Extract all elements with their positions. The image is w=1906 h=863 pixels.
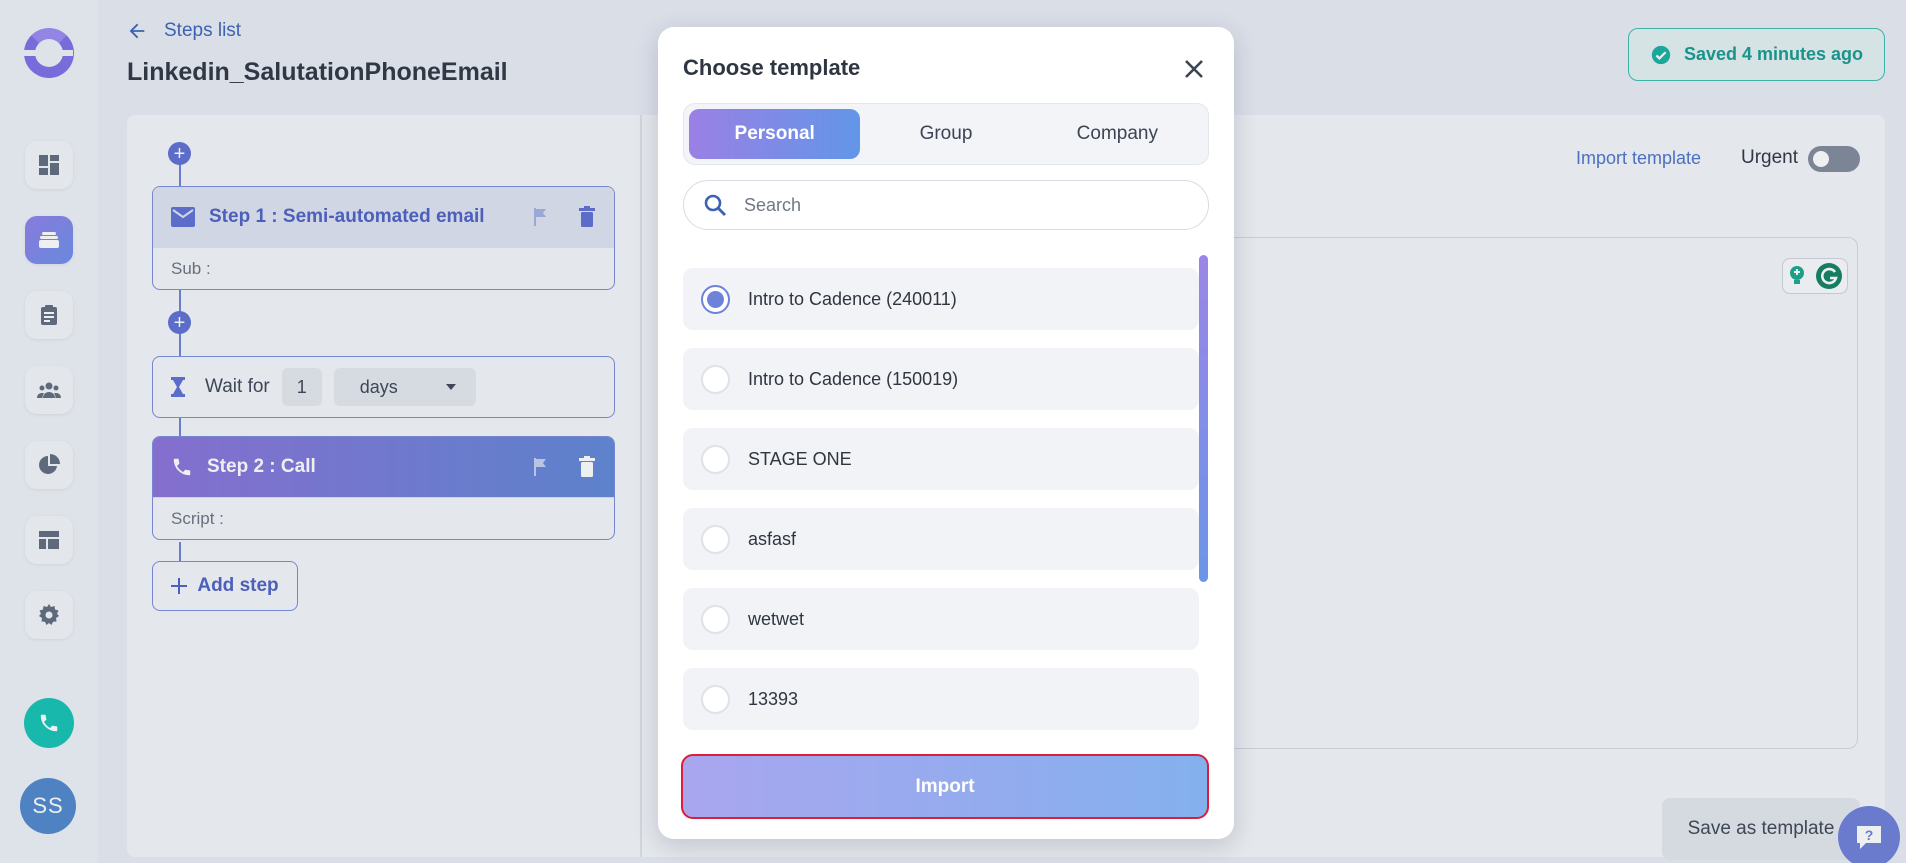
import-button[interactable]: Import xyxy=(681,754,1209,819)
template-option[interactable]: Intro to Cadence (150019) xyxy=(683,348,1199,410)
template-option-label: Intro to Cadence (150019) xyxy=(748,368,959,389)
template-list: Intro to Cadence (240011) Intro to Caden… xyxy=(683,268,1199,758)
template-search[interactable] xyxy=(683,180,1209,230)
tab-company[interactable]: Company xyxy=(1032,109,1203,159)
template-radio[interactable] xyxy=(701,524,730,554)
template-radio[interactable] xyxy=(701,364,730,394)
template-option-label: Intro to Cadence (240011) xyxy=(748,288,957,309)
choose-template-dialog: Choose template Personal Group Company I… xyxy=(658,27,1234,839)
template-radio[interactable] xyxy=(701,684,730,714)
template-option[interactable]: 13393 xyxy=(683,668,1199,730)
close-dialog-button[interactable] xyxy=(1180,55,1208,83)
template-option[interactable]: wetwet xyxy=(683,588,1199,650)
template-option-label: wetwet xyxy=(748,608,805,629)
template-scope-tabs: Personal Group Company xyxy=(683,103,1209,165)
template-option-label: asfasf xyxy=(748,528,797,549)
search-input[interactable] xyxy=(744,194,1164,216)
template-option[interactable]: Intro to Cadence (240011) xyxy=(683,268,1199,330)
tab-group[interactable]: Group xyxy=(860,109,1031,159)
template-radio[interactable] xyxy=(701,444,730,474)
template-option-label: 13393 xyxy=(748,688,799,709)
template-list-scrollbar[interactable] xyxy=(1199,255,1208,582)
template-option[interactable]: asfasf xyxy=(683,508,1199,570)
template-option-label: STAGE ONE xyxy=(748,448,852,469)
close-icon xyxy=(1185,60,1203,78)
dialog-title: Choose template xyxy=(683,55,861,80)
template-radio[interactable] xyxy=(701,604,730,634)
search-icon xyxy=(704,194,726,216)
template-option[interactable]: STAGE ONE xyxy=(683,428,1199,490)
template-radio-selected[interactable] xyxy=(701,284,730,314)
tab-personal[interactable]: Personal xyxy=(689,109,861,159)
